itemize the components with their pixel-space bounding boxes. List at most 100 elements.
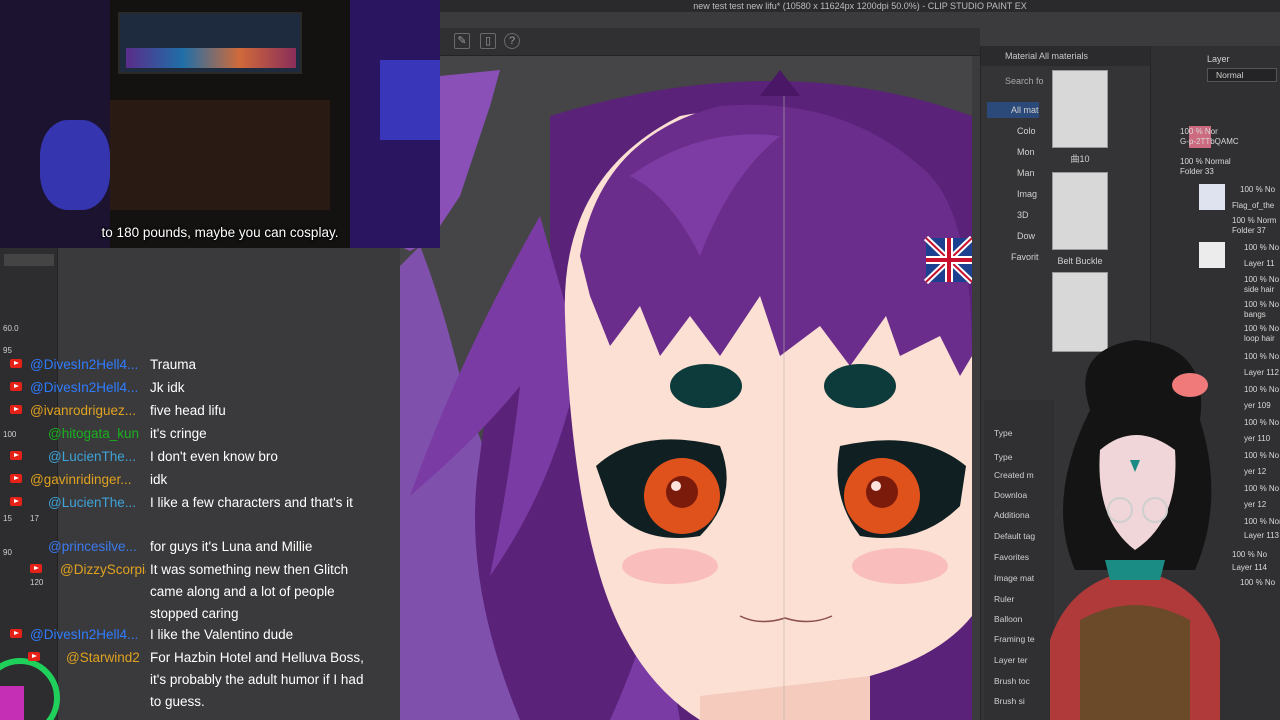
chat-text: It was something new then Glitch came al… (150, 562, 349, 621)
layer-row[interactable]: 100 % Normal (1180, 157, 1280, 166)
blush-right (852, 548, 948, 584)
material-thumb-1-label: 曲10 (1070, 154, 1090, 164)
avatar-pet (1172, 373, 1208, 397)
youtube-icon (30, 564, 42, 573)
chat-text: Jk idk (150, 380, 185, 395)
youtube-icon (10, 451, 22, 460)
tree-image[interactable]: Imag (1017, 189, 1037, 199)
screen: new test test new lifu* (10580 x 11624px… (0, 0, 1280, 720)
video-cabinet (110, 100, 330, 210)
video-tv-thumbnails (126, 48, 296, 68)
drawing-canvas[interactable] (400, 56, 972, 720)
side-toolbar (4, 254, 54, 266)
layer-row[interactable]: bangs (1244, 310, 1280, 319)
document-icon[interactable]: ▯ (480, 33, 496, 49)
chat-panel: 60.0 95 100 15 17 90 120 @DivesIn2Hell4.… (0, 248, 400, 720)
avatar-collar (1105, 560, 1165, 580)
chat-text: Trauma (150, 357, 197, 372)
layer-row[interactable]: G-p-2TTbQAMC (1180, 137, 1280, 146)
brow-dot-right (824, 364, 896, 408)
canvas-toolbar: ✎ ▯ ? (440, 28, 980, 56)
eye-shine-right (871, 481, 881, 491)
character-artwork (400, 70, 972, 720)
chat-text: for guys it's Luna and Millie (150, 539, 313, 554)
video-caption: to 180 pounds, maybe you can cosplay. (101, 225, 339, 240)
video-right-blob (380, 60, 440, 140)
layer-row[interactable]: 100 % No (1240, 185, 1280, 194)
main-color-swatch[interactable] (0, 686, 24, 720)
layer-title: Layer (1207, 54, 1230, 64)
layer-row[interactable]: Layer 11 (1244, 259, 1280, 268)
side-number: 15 (3, 514, 12, 523)
chat-username[interactable]: @hitogata_kun (48, 423, 164, 445)
pen-icon[interactable]: ✎ (454, 33, 470, 49)
chat-username[interactable]: @DivesIn2Hell4... (30, 624, 146, 646)
avatar-top (1080, 605, 1190, 720)
chat-username[interactable]: @Starwind2 (66, 647, 146, 669)
youtube-icon (10, 474, 22, 483)
layer-row[interactable]: Flag_of_the (1232, 201, 1280, 210)
tree-all-materials[interactable]: All mat (1011, 105, 1039, 115)
video-overlay: to 180 pounds, maybe you can cosplay. (0, 0, 440, 248)
chat-text: I like the Valentino dude (150, 627, 294, 642)
chat-text: five head lifu (150, 403, 226, 418)
youtube-icon (10, 405, 22, 414)
layer-row[interactable]: Folder 37 (1232, 226, 1280, 235)
layer-row[interactable]: 100 % No (1244, 300, 1280, 309)
chat-username[interactable]: @DivesIn2Hell4... (30, 377, 146, 399)
layer-row[interactable]: 100 % Nor (1180, 127, 1280, 136)
chat-username[interactable]: @LucienThe... (48, 492, 164, 514)
chat-text: it's cringe (150, 426, 207, 441)
window-title: new test test new lifu* (10580 x 11624px… (440, 0, 1280, 12)
youtube-icon (10, 359, 22, 368)
side-number: 100 (3, 430, 17, 439)
side-number: 90 (3, 548, 12, 557)
pupil-left (666, 476, 698, 508)
tree-monochrome[interactable]: Mon (1017, 147, 1035, 157)
layer-row[interactable]: 100 % Norm (1232, 216, 1280, 225)
side-number: 17 (30, 514, 39, 523)
help-icon[interactable]: ? (504, 33, 520, 49)
chat-username[interactable]: @DizzyScorpia (60, 559, 146, 581)
layer-row[interactable]: side hair (1244, 285, 1280, 294)
youtube-icon (10, 382, 22, 391)
eye-shine-left (671, 481, 681, 491)
chat-text: For Hazbin Hotel and Helluva Boss, it's … (150, 650, 364, 709)
side-number: 60.0 (3, 324, 19, 333)
pupil-right (866, 476, 898, 508)
blend-mode-select[interactable]: Normal (1207, 68, 1277, 82)
blush-left (622, 548, 718, 584)
youtube-icon (28, 652, 40, 661)
youtube-icon (10, 497, 22, 506)
side-number: 95 (3, 346, 12, 355)
tree-download[interactable]: Dow (1017, 231, 1035, 241)
tree-manga[interactable]: Man (1017, 168, 1035, 178)
chat-text: I like a few characters and that's it (150, 495, 353, 510)
chat-username[interactable]: @DivesIn2Hell4... (30, 354, 146, 376)
material-search[interactable]: Search fo (1005, 76, 1044, 86)
layer-row[interactable]: 100 % No (1244, 243, 1280, 252)
brow-dot-left (670, 364, 742, 408)
vtuber-avatar (1050, 340, 1220, 720)
chat-text: idk (150, 472, 168, 487)
chat-username[interactable]: @princesilve... (48, 536, 164, 558)
layer-thumb-blank (1199, 242, 1225, 268)
chat-username[interactable]: @LucienThe... (48, 446, 164, 468)
side-number: 120 (30, 578, 44, 587)
chat-text: I don't even know bro (150, 449, 278, 464)
flag-pin (923, 235, 972, 285)
material-thumb-2-label: Belt Buckle (1057, 256, 1103, 266)
tree-favorites[interactable]: Favorit (1011, 252, 1039, 262)
material-header: Material All materials (981, 46, 1151, 66)
layer-row[interactable]: Folder 33 (1180, 167, 1280, 176)
chat-username[interactable]: @gavinridinger... (30, 469, 146, 491)
youtube-icon (10, 629, 22, 638)
video-blue-blob (40, 120, 110, 210)
layer-thumb-flag (1199, 184, 1225, 210)
chat-username[interactable]: @ivanrodriguez... (30, 400, 146, 422)
layer-row[interactable]: 100 % No (1244, 275, 1280, 284)
material-thumb-1[interactable] (1052, 70, 1108, 148)
tree-color[interactable]: Colo (1017, 126, 1036, 136)
tree-3d[interactable]: 3D (1017, 210, 1029, 220)
material-thumb-2[interactable] (1052, 172, 1108, 250)
